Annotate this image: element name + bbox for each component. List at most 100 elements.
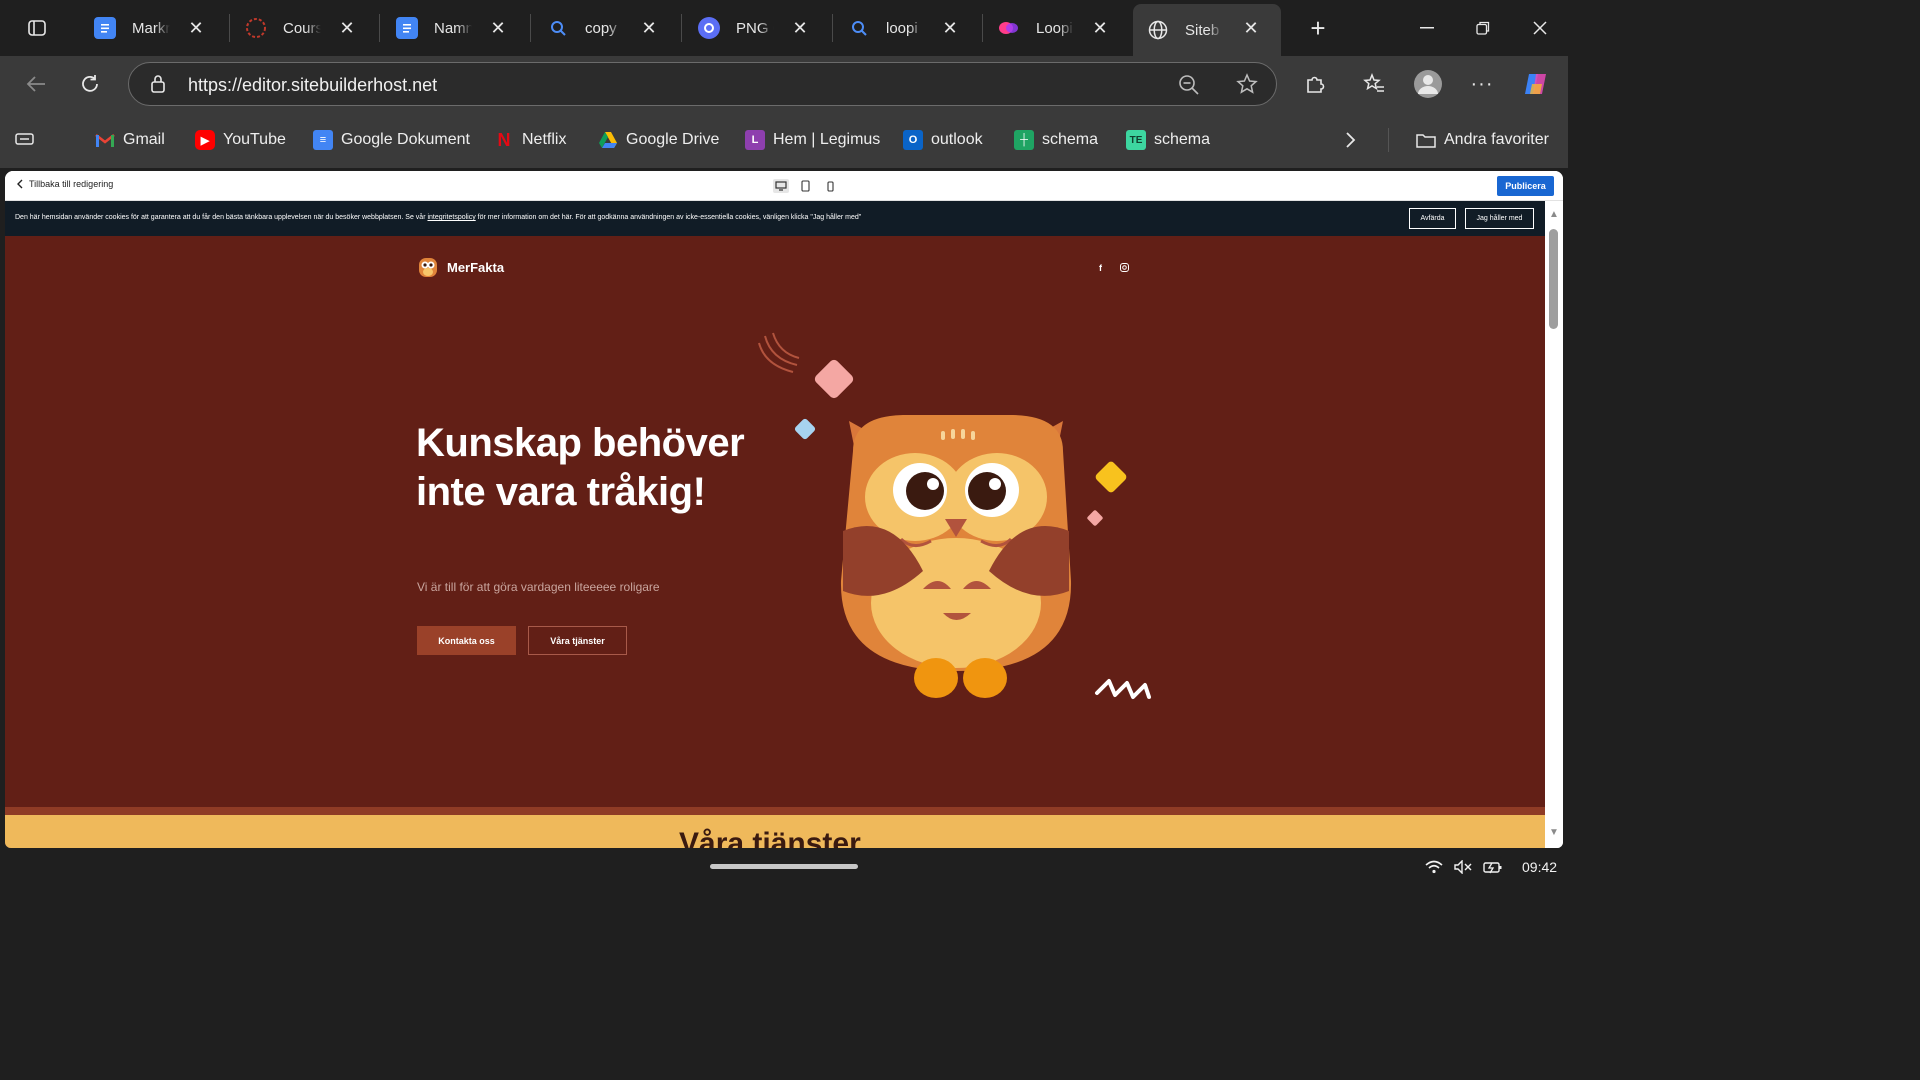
publish-button[interactable]: Publicera [1497, 176, 1554, 196]
instagram-icon[interactable] [1120, 263, 1129, 274]
minimize-icon[interactable] [1409, 12, 1445, 44]
scrollbar-thumb[interactable] [1549, 229, 1558, 329]
back-icon[interactable] [18, 66, 54, 102]
bookmark-schema-te[interactable]: TE schema [1126, 128, 1210, 152]
close-tab-icon[interactable]: ✕ [788, 16, 812, 40]
close-tab-icon[interactable]: ✕ [335, 16, 359, 40]
bookmark-label: Google Dokument [341, 131, 470, 148]
bookmark-google-dokument[interactable]: ≡ Google Dokument [313, 128, 470, 152]
speaker-muted-icon[interactable] [1453, 858, 1473, 876]
close-tab-icon[interactable]: ✕ [938, 16, 962, 40]
google-drive-icon [598, 130, 618, 150]
zoom-out-icon[interactable] [1178, 74, 1200, 101]
close-tab-icon[interactable]: ✕ [486, 16, 510, 40]
bookmarks-bar: Gmail ▶ YouTube ≡ Google Dokument N Netf… [0, 112, 1568, 168]
google-docs-icon: ≡ [313, 130, 333, 150]
close-window-icon[interactable] [1522, 12, 1558, 44]
refresh-icon[interactable] [72, 66, 108, 102]
back-to-editing-link[interactable]: Tillbaka till redigering [16, 179, 113, 189]
tab-cours[interactable]: Cours ✕ [231, 4, 377, 52]
cookie-dismiss-button[interactable]: Avfärda [1409, 208, 1456, 229]
scrollbar[interactable]: ▲ ▼ [1545, 201, 1563, 848]
globe-icon [1147, 19, 1169, 41]
back-to-editing-label: Tillbaka till redigering [29, 179, 114, 189]
cookie-accept-button[interactable]: Jag håller med [1465, 208, 1534, 229]
bookmark-outlook[interactable]: O outlook [903, 128, 983, 152]
bookmark-youtube[interactable]: ▶ YouTube [195, 128, 286, 152]
bookmark-label: YouTube [223, 131, 286, 148]
cookie-banner: Den här hemsidan använder cookies för at… [5, 201, 1545, 236]
close-tab-icon[interactable]: ✕ [184, 16, 208, 40]
google-docs-icon [94, 17, 116, 39]
search-icon [547, 17, 569, 39]
wifi-icon[interactable] [1424, 858, 1444, 876]
bookmark-label: outlook [931, 131, 983, 148]
course-icon [245, 17, 267, 39]
home-gesture-handle[interactable] [710, 864, 858, 869]
tab-markr[interactable]: Markr ✕ [80, 4, 226, 52]
restore-icon[interactable] [1465, 12, 1501, 44]
services-heading: Våra tjänster [679, 827, 861, 848]
tab-sitebuilder-active[interactable]: Siteb ✕ [1133, 4, 1281, 56]
bookmark-label: Hem | Legimus [773, 131, 881, 148]
bookmark-google-drive[interactable]: Google Drive [598, 128, 719, 152]
other-favorites-label: Andra favoriter [1444, 131, 1549, 148]
website-hero: MerFakta f Kunskap behöver inte vara trå… [5, 236, 1545, 848]
tab-title: Cours [283, 19, 321, 37]
owl-logo-icon [419, 258, 437, 277]
converter-icon [698, 17, 720, 39]
tab-namn[interactable]: Namn ✕ [382, 4, 528, 52]
copilot-icon[interactable] [1518, 66, 1554, 102]
bookmark-netflix[interactable]: N Netflix [494, 128, 567, 152]
bookmark-gmail[interactable]: Gmail [95, 128, 165, 152]
tab-title: Siteb [1185, 21, 1220, 39]
tab-actions-icon[interactable] [21, 12, 53, 44]
tab-loopi-search[interactable]: loopi ✕ [834, 4, 980, 52]
extensions-icon[interactable] [1297, 66, 1333, 102]
gmail-icon [95, 130, 115, 150]
lock-icon[interactable] [149, 74, 167, 99]
page-viewport: Tillbaka till redigering Publicera Den h… [5, 171, 1563, 848]
new-tab-icon[interactable]: + [1300, 12, 1336, 44]
contact-us-button[interactable]: Kontakta oss [417, 626, 516, 655]
tablet-view-icon[interactable] [798, 179, 812, 193]
services-section: Våra tjänster [5, 807, 1545, 848]
mobile-view-icon[interactable] [823, 179, 837, 193]
close-tab-icon[interactable]: ✕ [1088, 16, 1112, 40]
tab-loopi[interactable]: Loopi ✕ [984, 4, 1130, 52]
search-icon [848, 17, 870, 39]
other-favorites-folder[interactable]: Andra favoriter [1416, 128, 1549, 152]
hero-title: Kunskap behöver inte vara tråkig! [416, 421, 745, 514]
tab-png[interactable]: PNG C ✕ [684, 4, 830, 52]
bookmark-label: schema [1154, 131, 1211, 148]
system-clock: 09:42 [1522, 859, 1558, 875]
tab-copy[interactable]: copy ✕ [533, 4, 679, 52]
favorites-icon[interactable] [1356, 66, 1392, 102]
url-text: https://editor.sitebuilderhost.net [188, 75, 438, 95]
tab-title: Markr [132, 19, 170, 37]
more-menu-icon[interactable]: ··· [1464, 66, 1500, 102]
browser-tab-strip: Markr ✕ Cours ✕ Namn ✕ copy ✕ PNG C ✕ lo… [0, 0, 1568, 56]
scroll-up-icon[interactable]: ▲ [1549, 209, 1559, 220]
our-services-button[interactable]: Våra tjänster [528, 626, 627, 655]
site-logo[interactable]: MerFakta [417, 255, 504, 279]
collections-icon[interactable] [15, 130, 35, 153]
owl-illustration [758, 332, 1151, 699]
address-bar[interactable]: https://editor.sitebuilderhost.net [128, 62, 1277, 106]
close-tab-icon[interactable]: ✕ [637, 16, 661, 40]
privacy-policy-link[interactable]: integritetspolicy [427, 214, 475, 221]
bookmark-schema-sheets[interactable]: ┼ schema [1014, 128, 1098, 152]
bookmark-legimus[interactable]: L Hem | Legimus [745, 128, 880, 152]
desktop-view-icon[interactable] [773, 179, 789, 193]
scroll-down-icon[interactable]: ▼ [1549, 827, 1559, 838]
close-tab-icon[interactable]: ✕ [1239, 16, 1263, 40]
battery-charging-icon[interactable] [1483, 858, 1503, 876]
netflix-icon: N [497, 129, 511, 150]
facebook-icon[interactable]: f [1099, 263, 1102, 273]
chevron-right-icon[interactable] [1343, 130, 1357, 155]
bookmark-label: schema [1042, 131, 1099, 148]
bookmark-label: Gmail [123, 131, 165, 148]
favorite-star-icon[interactable] [1236, 73, 1258, 100]
profile-avatar-icon[interactable] [1410, 66, 1446, 102]
tab-title: loopi [886, 19, 918, 37]
